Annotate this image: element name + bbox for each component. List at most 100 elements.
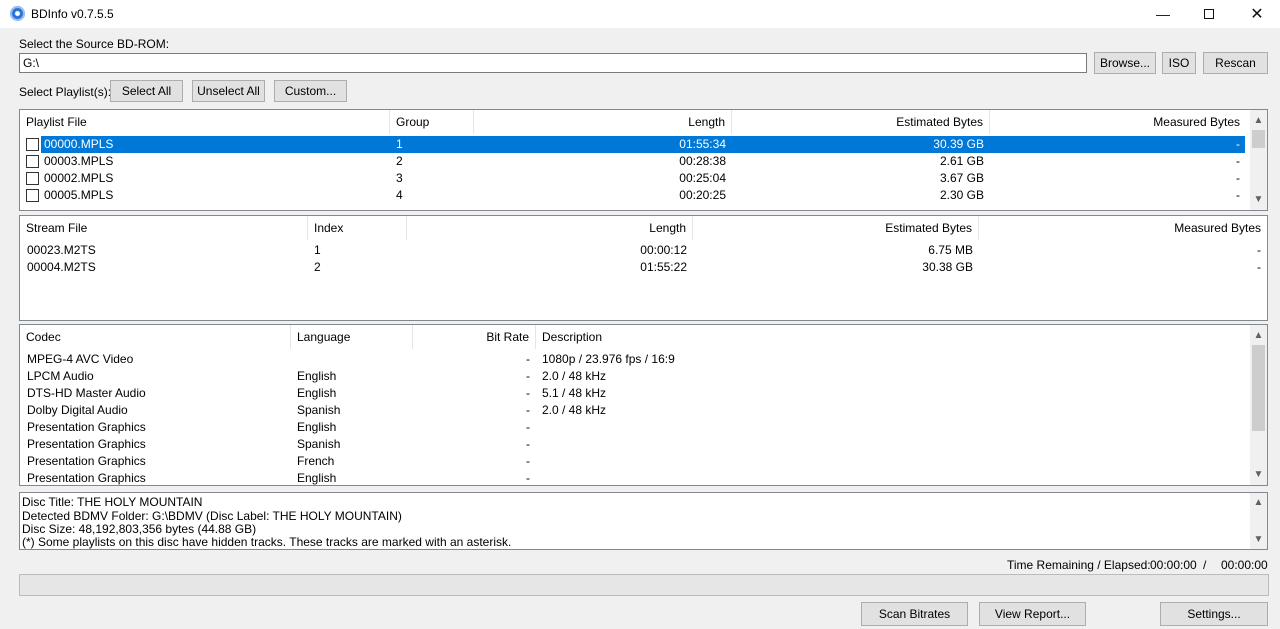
header-measured-bytes[interactable]: Measured Bytes (979, 216, 1267, 240)
codec-language (297, 351, 407, 368)
header-estimated-bytes[interactable]: Estimated Bytes (693, 216, 979, 240)
close-button[interactable]: ✕ (1234, 0, 1280, 28)
bdmv-folder-line: Detected BDMV Folder: G:\BDMV (Disc Labe… (22, 509, 402, 523)
playlist-group: 1 (396, 137, 403, 151)
scan-bitrates-button[interactable]: Scan Bitrates (861, 602, 968, 626)
scroll-up-icon[interactable]: ▲ (1250, 112, 1267, 129)
header-bit-rate[interactable]: Bit Rate (413, 325, 536, 349)
source-label: Select the Source BD-ROM: (19, 37, 170, 51)
close-icon: ✕ (1250, 6, 1264, 23)
minimize-icon: — (1156, 6, 1170, 22)
codec-row[interactable]: Presentation Graphics English - (20, 470, 1267, 485)
header-group[interactable]: Group (390, 110, 474, 134)
header-index[interactable]: Index (308, 216, 407, 240)
select-all-button[interactable]: Select All (110, 80, 183, 102)
codec-name: Presentation Graphics (27, 471, 146, 485)
codec-row[interactable]: Presentation Graphics French - (20, 453, 1267, 470)
custom-button[interactable]: Custom... (274, 80, 347, 102)
header-measured-bytes[interactable]: Measured Bytes (990, 110, 1246, 134)
header-codec[interactable]: Codec (20, 325, 291, 349)
minimize-button[interactable]: — (1140, 0, 1186, 28)
scroll-thumb[interactable] (1252, 130, 1265, 148)
stream-list[interactable]: Stream File Index Length Estimated Bytes… (19, 215, 1268, 321)
codec-row[interactable]: DTS-HD Master Audio English - 5.1 / 48 k… (20, 385, 1267, 402)
iso-button[interactable]: ISO (1162, 52, 1196, 74)
playlist-estimated: 2.61 GB (939, 154, 984, 168)
codec-bitrate: - (526, 403, 530, 417)
playlist-scrollbar[interactable]: ▲ ▼ (1250, 110, 1267, 210)
settings-button[interactable]: Settings... (1160, 602, 1268, 626)
header-stream-file[interactable]: Stream File (20, 216, 308, 240)
stream-length: 00:00:12 (640, 243, 687, 257)
playlist-measured: - (1236, 188, 1240, 202)
maximize-button[interactable] (1186, 0, 1232, 28)
codec-row[interactable]: MPEG-4 AVC Video - 1080p / 23.976 fps / … (20, 351, 1267, 368)
playlist-row[interactable]: 00003.MPLS 2 00:28:38 2.61 GB - (20, 153, 1267, 170)
source-path-input[interactable]: G:\ (19, 53, 1087, 73)
stream-length: 01:55:22 (640, 260, 687, 274)
playlist-checkbox[interactable] (26, 189, 39, 202)
playlist-row[interactable]: 00002.MPLS 3 00:25:04 3.67 GB - (20, 170, 1267, 187)
scroll-down-icon[interactable]: ▼ (1250, 191, 1267, 208)
playlist-estimated: 30.39 GB (933, 137, 984, 151)
codec-language: Spanish (297, 437, 341, 451)
playlist-group: 4 (396, 188, 403, 202)
stream-index: 1 (314, 243, 321, 257)
codec-list[interactable]: Codec Language Bit Rate Description MPEG… (19, 324, 1268, 486)
playlist-row[interactable]: 00005.MPLS 4 00:20:25 2.30 GB - (20, 187, 1267, 204)
stream-measured: - (1257, 260, 1261, 274)
codec-scrollbar[interactable]: ▲ ▼ (1250, 325, 1267, 485)
header-description[interactable]: Description (536, 325, 1236, 349)
disc-info-scrollbar[interactable]: ▲ ▼ (1250, 493, 1267, 549)
stream-estimated: 30.38 GB (922, 260, 973, 274)
playlist-length: 01:55:34 (679, 137, 726, 151)
playlist-file: 00002.MPLS (44, 171, 114, 185)
disc-info-text[interactable]: Disc Title: THE HOLY MOUNTAIN Detected B… (19, 492, 1268, 550)
scroll-up-icon[interactable]: ▲ (1250, 494, 1267, 511)
playlist-list[interactable]: Playlist File Group Length Estimated Byt… (19, 109, 1268, 211)
codec-language: Spanish (297, 403, 341, 417)
playlist-length: 00:20:25 (679, 188, 726, 202)
codec-bitrate: - (526, 420, 530, 434)
disc-title-line: Disc Title: THE HOLY MOUNTAIN (22, 495, 203, 509)
header-length[interactable]: Length (407, 216, 693, 240)
stream-row[interactable]: 00004.M2TS 2 01:55:22 30.38 GB - (20, 259, 1267, 276)
header-estimated-bytes[interactable]: Estimated Bytes (732, 110, 990, 134)
playlist-checkbox[interactable] (26, 138, 39, 151)
view-report-button[interactable]: View Report... (979, 602, 1086, 626)
playlist-checkbox[interactable] (26, 172, 39, 185)
playlist-estimated: 3.67 GB (939, 171, 984, 185)
codec-bitrate: - (526, 454, 530, 468)
stream-row[interactable]: 00023.M2TS 1 00:00:12 6.75 MB - (20, 242, 1267, 259)
codec-language: English (297, 471, 337, 485)
codec-language: English (297, 420, 337, 434)
header-length[interactable]: Length (474, 110, 732, 134)
codec-description: 5.1 / 48 kHz (542, 386, 607, 400)
codec-language: French (297, 454, 335, 468)
codec-row[interactable]: Presentation Graphics Spanish - (20, 436, 1267, 453)
codec-description (542, 436, 1232, 453)
playlist-file: 00003.MPLS (44, 154, 114, 168)
codec-row[interactable]: Presentation Graphics English - (20, 419, 1267, 436)
unselect-all-button[interactable]: Unselect All (192, 80, 265, 102)
scroll-down-icon[interactable]: ▼ (1250, 466, 1267, 483)
scroll-down-icon[interactable]: ▼ (1250, 531, 1267, 548)
header-language[interactable]: Language (291, 325, 413, 349)
codec-name: MPEG-4 AVC Video (27, 352, 134, 366)
playlist-checkbox[interactable] (26, 155, 39, 168)
stream-measured: - (1257, 243, 1261, 257)
codec-language: English (297, 369, 337, 383)
codec-description (542, 419, 1232, 436)
scroll-up-icon[interactable]: ▲ (1250, 327, 1267, 344)
codec-description (542, 470, 1232, 485)
time-remaining-value: 00:00:00 (1150, 558, 1197, 572)
browse-button[interactable]: Browse... (1094, 52, 1156, 74)
rescan-button[interactable]: Rescan (1203, 52, 1268, 74)
codec-row[interactable]: Dolby Digital Audio Spanish - 2.0 / 48 k… (20, 402, 1267, 419)
scroll-thumb[interactable] (1252, 345, 1265, 431)
playlist-row[interactable]: 00000.MPLS 1 01:55:34 30.39 GB - (20, 136, 1267, 153)
codec-row[interactable]: LPCM Audio English - 2.0 / 48 kHz (20, 368, 1267, 385)
playlist-file: 00000.MPLS (44, 137, 114, 151)
playlist-group: 3 (396, 171, 403, 185)
header-playlist-file[interactable]: Playlist File (20, 110, 390, 134)
